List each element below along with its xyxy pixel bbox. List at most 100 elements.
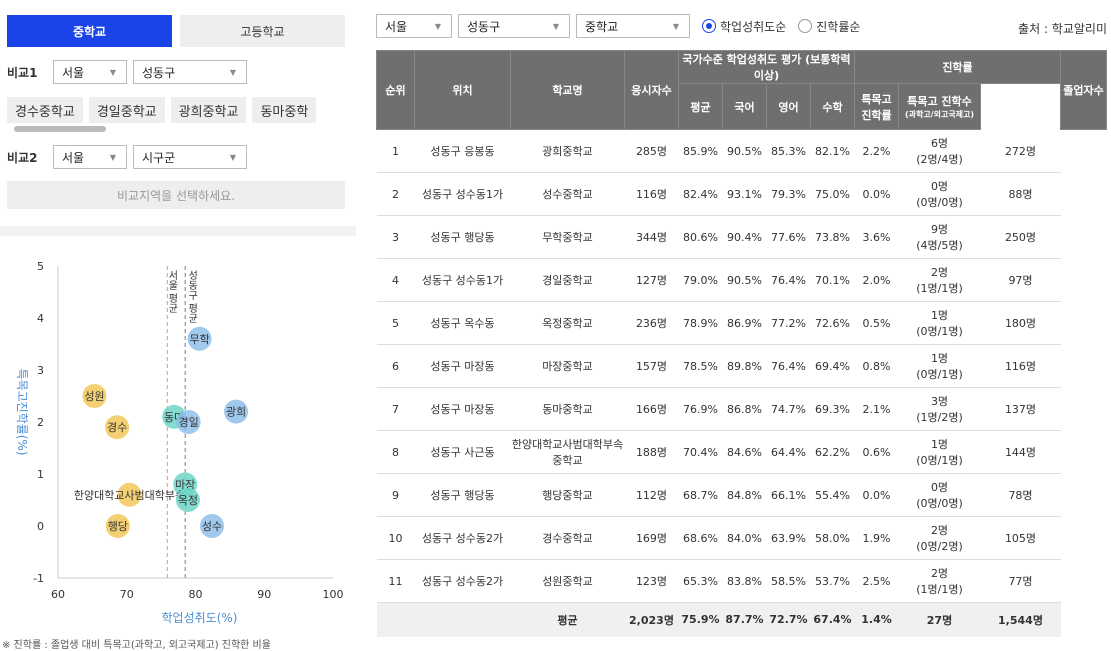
- cell-location: 성동구 응봉동: [414, 129, 511, 173]
- chevron-down-icon: ▼: [229, 67, 236, 77]
- cell-math: 69.3%: [810, 387, 855, 431]
- tab-high-school[interactable]: 고등학교: [180, 15, 345, 47]
- data-point-label: 경수: [107, 421, 127, 434]
- special-count-value: 1명: [930, 309, 949, 322]
- cell-location: 성동구 행당동: [414, 473, 511, 517]
- special-count-value: 1명: [930, 352, 949, 365]
- cell-school: 마장중학교: [510, 344, 625, 388]
- chip-scrollbar[interactable]: [14, 126, 106, 132]
- cell-korean: 84.8%: [722, 473, 767, 517]
- y-tick-label: 2: [37, 416, 44, 429]
- special-count-detail: (0명/1명): [916, 368, 963, 381]
- special-count-detail: (4명/5명): [916, 239, 963, 252]
- average-cell-korean: 87.7%: [722, 602, 767, 637]
- y-tick-label: -1: [33, 572, 44, 585]
- filter-level-select[interactable]: 중학교 ▼: [576, 14, 690, 38]
- average-cell-test-takers: 2,023명: [624, 602, 679, 637]
- cell-special-count: 6명 (2명/4명): [898, 129, 981, 173]
- cell-korean: 90.5%: [722, 129, 767, 173]
- cell-graduates: 97명: [980, 258, 1061, 302]
- average-cell-location: [414, 602, 511, 637]
- filter-city-value: 서울: [385, 19, 408, 34]
- compare2-district-select[interactable]: 시구군 ▼: [133, 145, 247, 169]
- scatter-chart: -1 0 1 2 3 4 5 60 70 80 90 100 학업성취도(%) 특목고진학률(%) 서울 평…: [15, 260, 344, 625]
- radio-unchecked-icon: [798, 19, 813, 33]
- cell-test-takers: 285명: [624, 129, 679, 173]
- cell-rank: 11: [376, 559, 415, 603]
- average-cell-average: 75.9%: [678, 602, 723, 637]
- cell-average: 65.3%: [678, 559, 723, 603]
- special-count-detail: (0명/2명): [916, 540, 963, 553]
- special-count-detail: (0명/1명): [916, 325, 963, 338]
- school-chip[interactable]: 동마중학: [252, 97, 317, 123]
- cell-graduates: 250명: [980, 215, 1061, 259]
- special-count-detail: (2명/4명): [916, 153, 963, 166]
- y-axis-title: 특목고진학률(%): [15, 368, 29, 455]
- chevron-down-icon: ▼: [229, 152, 236, 162]
- cell-school: 행당중학교: [510, 473, 625, 517]
- compare1-row: 비교1 서울 ▼ 성동구 ▼: [7, 60, 247, 84]
- table-row: 10 성동구 성수동2가 경수중학교 169명 68.6% 84.0% 63.9% 58.0%…: [376, 516, 1107, 560]
- sort-achievement-radio[interactable]: 학업성취도순: [702, 18, 786, 35]
- y-tick-label: 1: [37, 468, 44, 481]
- table-row: 5 성동구 옥수동 옥정중학교 236명 78.9% 86.9% 77.2% 72.6% 0.5…: [376, 301, 1107, 345]
- table-row: 8 성동구 사근동 한양대학교사범대학부속중학교 188명 70.4% 84.6% 64.4…: [376, 430, 1107, 474]
- school-chip[interactable]: 경수중학교: [7, 97, 83, 123]
- filter-district-select[interactable]: 성동구 ▼: [458, 14, 570, 38]
- cell-school: 한양대학교사범대학부속중학교: [510, 430, 625, 474]
- group-admission: 진학률: [854, 50, 1061, 84]
- cell-special-count: 0명 (0명/0명): [898, 473, 981, 517]
- average-cell-special-count: 27명: [898, 602, 981, 637]
- col-math: 수학: [810, 83, 855, 130]
- school-chip[interactable]: 경일중학교: [88, 97, 165, 123]
- table-row: 6 성동구 마장동 마장중학교 157명 78.5% 89.8% 76.4% 69.4% 0.8…: [376, 344, 1107, 388]
- cell-korean: 89.8%: [722, 344, 767, 388]
- cell-test-takers: 127명: [624, 258, 679, 302]
- cell-rank: 4: [376, 258, 415, 302]
- school-chip[interactable]: 광희중학교: [170, 97, 247, 123]
- data-point-label: 한양대학교사범대학부속: [74, 489, 185, 502]
- cell-math: 53.7%: [810, 559, 855, 603]
- sort-admission-radio[interactable]: 진학률순: [798, 18, 860, 35]
- cell-math: 73.8%: [810, 215, 855, 259]
- cell-average: 85.9%: [678, 129, 723, 173]
- table-row: 1 성동구 응봉동 광희중학교 285명 85.9% 90.5% 85.3% 82.1% 2.2…: [376, 129, 1107, 173]
- cell-average: 78.9%: [678, 301, 723, 345]
- tab-middle-school[interactable]: 중학교: [7, 15, 172, 47]
- cell-special-rate: 2.5%: [854, 559, 899, 603]
- table-row: 7 성동구 마장동 동마중학교 166명 76.9% 86.8% 74.7% 69.3% 2.1…: [376, 387, 1107, 431]
- cell-english: 85.3%: [766, 129, 811, 173]
- compare1-city-value: 서울: [62, 65, 85, 80]
- cell-graduates: 78명: [980, 473, 1061, 517]
- compare1-district-select[interactable]: 성동구 ▼: [133, 60, 247, 84]
- cell-average: 76.9%: [678, 387, 723, 431]
- cell-english: 58.5%: [766, 559, 811, 603]
- data-point-label: 성원: [84, 390, 104, 403]
- school-ranking-table: 순위 위치 학교명 응시자수 국가수준 학업성취도 평가 (보통학력이상) 진학…: [376, 50, 1107, 637]
- col-english: 영어: [766, 83, 811, 130]
- compare1-label: 비교1: [7, 65, 38, 80]
- special-count-detail: (1명/1명): [916, 583, 963, 596]
- pick-region-button[interactable]: 비교지역을 선택하세요.: [7, 181, 345, 209]
- special-count-detail: (0명/0명): [916, 196, 963, 209]
- compare2-city-select[interactable]: 서울 ▼: [53, 145, 127, 169]
- cell-special-rate: 0.0%: [854, 473, 899, 517]
- special-count-detail: (1명/2명): [916, 411, 963, 424]
- cell-location: 성동구 성수동2가: [414, 559, 511, 603]
- compare1-city-select[interactable]: 서울 ▼: [53, 60, 127, 84]
- average-cell-math: 67.4%: [810, 602, 855, 637]
- table-row: 4 성동구 성수동1가 경일중학교 127명 79.0% 90.5% 76.4% 70.1% 2…: [376, 258, 1107, 302]
- cell-location: 성동구 성수동2가: [414, 516, 511, 560]
- cell-graduates: 137명: [980, 387, 1061, 431]
- compare2-row: 비교2 서울 ▼ 시구군 ▼: [7, 145, 247, 169]
- x-tick-label: 100: [323, 588, 344, 601]
- cell-school: 경수중학교: [510, 516, 625, 560]
- chevron-down-icon: ▼: [109, 152, 116, 162]
- cell-average: 79.0%: [678, 258, 723, 302]
- cell-special-count: 9명 (4명/5명): [898, 215, 981, 259]
- cell-graduates: 105명: [980, 516, 1061, 560]
- cell-rank: 10: [376, 516, 415, 560]
- cell-school: 옥정중학교: [510, 301, 625, 345]
- cell-korean: 84.0%: [722, 516, 767, 560]
- filter-city-select[interactable]: 서울 ▼: [376, 14, 452, 38]
